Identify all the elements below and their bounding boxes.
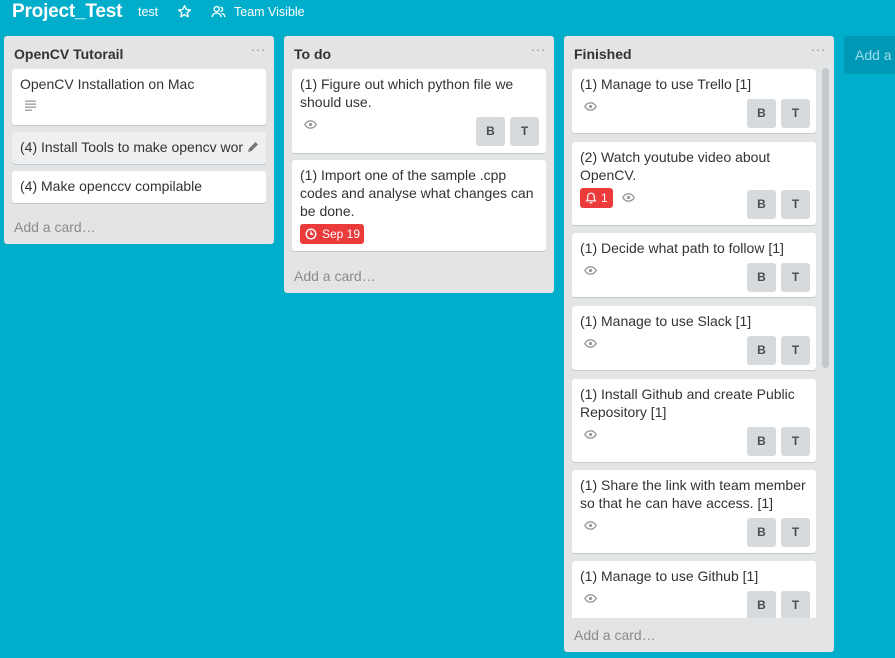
member-avatar[interactable]: T	[781, 263, 810, 292]
pencil-icon[interactable]	[247, 141, 259, 153]
list-cards-scroll-area[interactable]: (1) Manage to use Trello [1] B T (2) Wat…	[564, 68, 834, 618]
card-title: (1) Manage to use Trello [1]	[580, 76, 752, 92]
add-card-button[interactable]: Add a card…	[294, 268, 376, 284]
add-card-button[interactable]: Add a card…	[14, 219, 96, 235]
notification-badge[interactable]: 1	[580, 188, 613, 208]
member-avatar[interactable]: B	[747, 427, 776, 456]
card-title: (4) Install Tools to make opencv work	[20, 139, 244, 155]
card[interactable]: (4) Install Tools to make opencv work	[12, 132, 266, 164]
list-finished: Finished ··· (1) Manage to use Trello [1…	[564, 36, 834, 652]
bell-icon	[585, 192, 597, 204]
card-title: (1) Manage to use Slack [1]	[580, 313, 752, 329]
member-avatar[interactable]: T	[781, 591, 810, 618]
member-avatar[interactable]: B	[747, 99, 776, 128]
notification-count: 1	[601, 191, 608, 205]
eye-icon	[304, 120, 317, 129]
member-avatar[interactable]: B	[747, 591, 776, 618]
member-avatar[interactable]: B	[747, 518, 776, 547]
card-title: (1) Share the link with team member so t…	[580, 477, 806, 511]
list-scrollbar[interactable]	[822, 68, 829, 368]
member-avatar[interactable]: B	[476, 117, 505, 146]
list-menu-button[interactable]: ···	[251, 41, 267, 57]
visibility-button[interactable]: Team Visible	[234, 5, 305, 19]
list-title[interactable]: OpenCV Tutorail	[14, 46, 123, 62]
team-icon	[211, 5, 226, 18]
eye-icon	[584, 266, 597, 275]
due-date-label: Sep 19	[322, 227, 361, 241]
list-title[interactable]: Finished	[574, 46, 632, 62]
card-title: (4) Make openccv compilable	[20, 178, 203, 194]
clock-icon	[305, 228, 317, 240]
description-icon	[25, 100, 36, 111]
star-icon[interactable]	[177, 4, 192, 19]
eye-icon	[584, 594, 597, 603]
card[interactable]: (1) Share the link with team member so t…	[572, 470, 816, 553]
eye-icon	[584, 102, 597, 111]
list-menu-button[interactable]: ···	[811, 41, 827, 57]
card-title: (1) Import one of the sample .cpp codes …	[300, 167, 534, 219]
card-title: (1) Decide what path to follow [1]	[580, 240, 784, 256]
eye-icon	[584, 339, 597, 348]
card[interactable]: (4) Make openccv compilable	[12, 171, 266, 203]
add-card-button[interactable]: Add a card…	[574, 627, 656, 643]
member-avatar[interactable]: B	[747, 336, 776, 365]
member-avatar[interactable]: T	[781, 518, 810, 547]
card-title: (2) Watch youtube video about OpenCV.	[580, 149, 771, 183]
due-date-badge[interactable]: Sep 19	[300, 224, 364, 244]
list-title[interactable]: To do	[294, 46, 331, 62]
member-avatar[interactable]: T	[510, 117, 539, 146]
card-title: (1) Figure out which python file we shou…	[300, 76, 514, 110]
card-title: (1) Install Github and create Public Rep…	[580, 386, 795, 420]
add-list-label: Add a list…	[855, 47, 895, 63]
member-avatar[interactable]: B	[747, 190, 776, 219]
add-list-button[interactable]: Add a list…	[844, 36, 895, 74]
list-opencv-tutorial: OpenCV Tutorail ··· OpenCV Installation …	[4, 36, 274, 244]
eye-icon	[584, 521, 597, 530]
card-title: (1) Manage to use Github [1]	[580, 568, 759, 584]
card[interactable]: (1) Import one of the sample .cpp codes …	[292, 160, 546, 251]
list-to-do: To do ··· (1) Figure out which python fi…	[284, 36, 554, 293]
card[interactable]: (2) Watch youtube video about OpenCV. 1 …	[572, 142, 816, 225]
member-avatar[interactable]: T	[781, 336, 810, 365]
card[interactable]: (1) Install Github and create Public Rep…	[572, 379, 816, 462]
board-header: Project_Test test Team Visible	[0, 0, 895, 30]
list-menu-button[interactable]: ···	[531, 41, 547, 57]
card[interactable]: (1) Manage to use Slack [1] B T	[572, 306, 816, 370]
eye-icon	[622, 193, 635, 202]
card-title: OpenCV Installation on Mac	[20, 76, 195, 92]
card[interactable]: (1) Figure out which python file we shou…	[292, 69, 546, 153]
card[interactable]: (1) Manage to use Github [1] B T	[572, 561, 816, 618]
card[interactable]: OpenCV Installation on Mac	[12, 69, 266, 125]
eye-icon	[584, 430, 597, 439]
member-avatar[interactable]: T	[781, 99, 810, 128]
card[interactable]: (1) Manage to use Trello [1] B T	[572, 69, 816, 133]
member-avatar[interactable]: T	[781, 427, 810, 456]
org-link[interactable]: test	[138, 5, 158, 19]
card[interactable]: (1) Decide what path to follow [1] B T	[572, 233, 816, 297]
member-avatar[interactable]: T	[781, 190, 810, 219]
board-title[interactable]: Project_Test	[12, 1, 122, 23]
member-avatar[interactable]: B	[747, 263, 776, 292]
